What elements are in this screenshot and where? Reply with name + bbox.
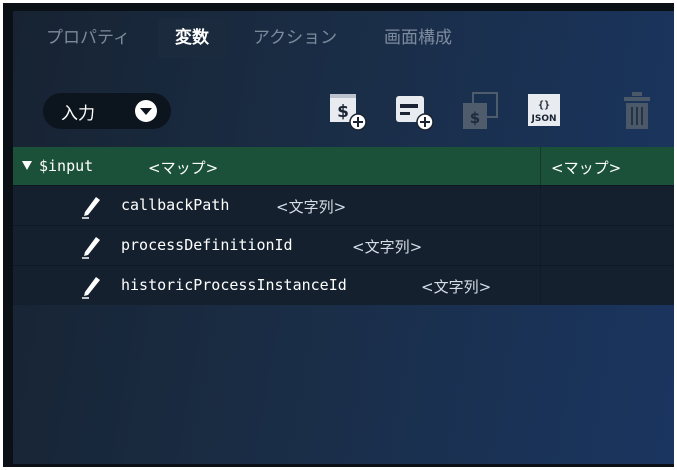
column-divider [540, 186, 541, 225]
io-selector[interactable]: 入力 [43, 93, 171, 129]
variable-name: processDefinitionId [121, 236, 293, 254]
svg-text:{}: {} [538, 100, 550, 111]
column-divider [540, 266, 541, 305]
variable-type: <マップ> [148, 159, 219, 177]
tree-root-row[interactable]: $input <マップ> <マップ> [13, 147, 674, 185]
variable-type: <文字列> [421, 278, 492, 296]
variable-name: historicProcessInstanceId [121, 276, 347, 294]
tree-row[interactable]: callbackPath <文字列> [13, 185, 674, 225]
json-button[interactable]: {} JSON [526, 91, 566, 137]
column-divider [540, 226, 541, 265]
chevron-down-icon [135, 100, 157, 122]
add-card-icon [396, 96, 434, 131]
tab-variables[interactable]: 変数 [158, 18, 226, 58]
svg-text:JSON: JSON [530, 114, 556, 124]
variable-tree: $input <マップ> <マップ> callbackPath <文字列> pr… [13, 147, 674, 305]
copy-variable-icon: $ [463, 92, 498, 129]
pen-icon [82, 237, 100, 259]
variable-name: callbackPath [121, 196, 230, 214]
delete-button[interactable] [622, 91, 656, 137]
json-icon: {} JSON [528, 94, 560, 126]
variable-type: <文字列> [276, 198, 347, 216]
add-card-button[interactable] [394, 91, 440, 137]
value-type: <マップ> [551, 159, 622, 177]
variable-type: <文字列> [352, 238, 423, 256]
copy-variable-glyph: $ [470, 109, 480, 127]
copy-variable-button[interactable]: $ [459, 91, 505, 137]
tab-bar: プロパティ 変数 アクション 画面構成 [13, 11, 674, 61]
tree-row[interactable]: processDefinitionId <文字列> [13, 225, 674, 265]
column-divider [540, 147, 541, 185]
add-variable-icon: $ [330, 94, 367, 131]
variable-name: $input [39, 157, 94, 175]
trash-icon [624, 92, 650, 129]
pen-icon [82, 277, 100, 299]
tab-actions[interactable]: アクション [229, 18, 361, 58]
pen-icon [82, 197, 100, 219]
variables-panel: プロパティ 変数 アクション 画面構成 入力 $ $ {} JSON $inpu… [13, 11, 674, 464]
window-frame: プロパティ 変数 アクション 画面構成 入力 $ $ {} JSON $inpu… [3, 3, 674, 467]
tab-screen-layout[interactable]: 画面構成 [365, 18, 471, 58]
io-selector-label: 入力 [61, 103, 95, 124]
collapse-triangle-icon[interactable] [22, 161, 32, 170]
tab-properties[interactable]: プロパティ [27, 18, 149, 58]
add-variable-glyph: $ [337, 102, 349, 122]
add-variable-button[interactable]: $ [329, 91, 371, 137]
tree-row[interactable]: historicProcessInstanceId <文字列> [13, 265, 674, 305]
